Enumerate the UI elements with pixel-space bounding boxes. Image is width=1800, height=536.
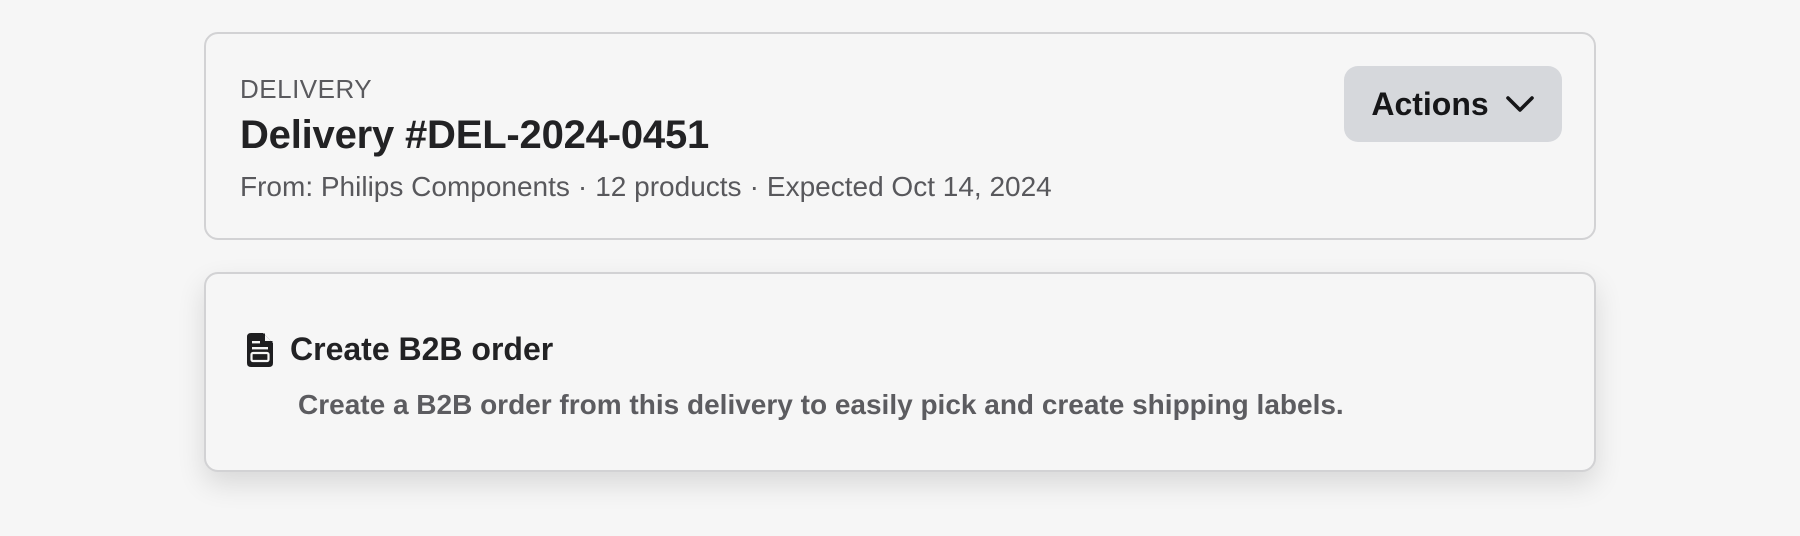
create-b2b-order-card[interactable]: Create B2B order Create a B2B order from… — [204, 272, 1596, 472]
page-title: Delivery #DEL-2024-0451 — [240, 113, 710, 157]
section-eyebrow: DELIVERY — [240, 74, 373, 104]
actions-button-label: Actions — [1371, 85, 1489, 122]
actions-button[interactable]: Actions — [1344, 66, 1562, 142]
meta-separator: · — [749, 171, 759, 202]
b2b-card-title: Create B2B order — [290, 331, 554, 367]
delivery-meta: From: Philips Components · 12 products · Exp… — [240, 170, 1052, 204]
expected-date-text: Expected Oct 14, 2024 — [766, 171, 1052, 202]
chevron-down-icon — [1505, 96, 1534, 112]
b2b-card-description: Create a B2B order from this delivery to… — [298, 389, 1344, 420]
delivery-header-card: DELIVERY Delivery #DEL-2024-0451 From: P… — [204, 32, 1596, 240]
product-count-text: 12 products — [595, 171, 742, 202]
page: DELIVERY Delivery #DEL-2024-0451 From: P… — [0, 0, 1800, 536]
supplier-text: From: Philips Components — [240, 171, 570, 202]
document-icon — [247, 333, 273, 367]
meta-separator: · — [577, 171, 588, 202]
